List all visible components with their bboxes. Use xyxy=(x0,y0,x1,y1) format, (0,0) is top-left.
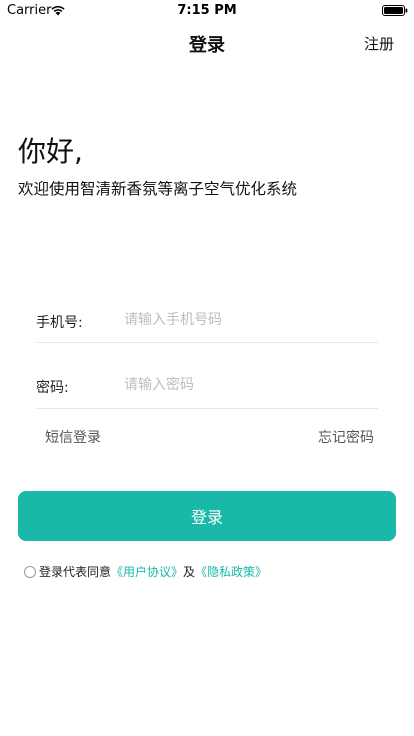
welcome-subtitle: 欢迎使用智清新香氛等离子空气优化系统 xyxy=(18,180,298,198)
phone-input[interactable] xyxy=(118,307,385,333)
register-button[interactable]: 注册 xyxy=(364,33,394,54)
battery-icon xyxy=(382,5,408,16)
forgot-password-link[interactable]: 忘记密码 xyxy=(318,427,374,447)
agreement-radio[interactable] xyxy=(24,566,36,578)
agreement-prefix: 登录代表同意 xyxy=(39,565,112,579)
password-input[interactable] xyxy=(118,372,385,398)
login-button[interactable]: 登录 xyxy=(18,491,396,541)
agreement-conjunction: 及 xyxy=(183,565,196,579)
greeting-title: 你好, xyxy=(18,135,83,168)
password-label: 密码: xyxy=(36,380,69,396)
agreement-text: 登录代表同意《用户协议》及《隐私政策》 xyxy=(39,563,267,580)
phone-label: 手机号: xyxy=(36,315,83,331)
privacy-policy-link[interactable]: 《隐私政策》 xyxy=(195,565,267,579)
sms-login-link[interactable]: 短信登录 xyxy=(45,427,101,447)
status-bar: Carrier 7:15 PM xyxy=(0,0,414,22)
status-time: 7:15 PM xyxy=(177,3,237,18)
password-divider xyxy=(36,408,378,409)
user-agreement-link[interactable]: 《用户协议》 xyxy=(111,565,183,579)
phone-divider xyxy=(36,342,378,343)
page-title: 登录 xyxy=(189,35,225,56)
